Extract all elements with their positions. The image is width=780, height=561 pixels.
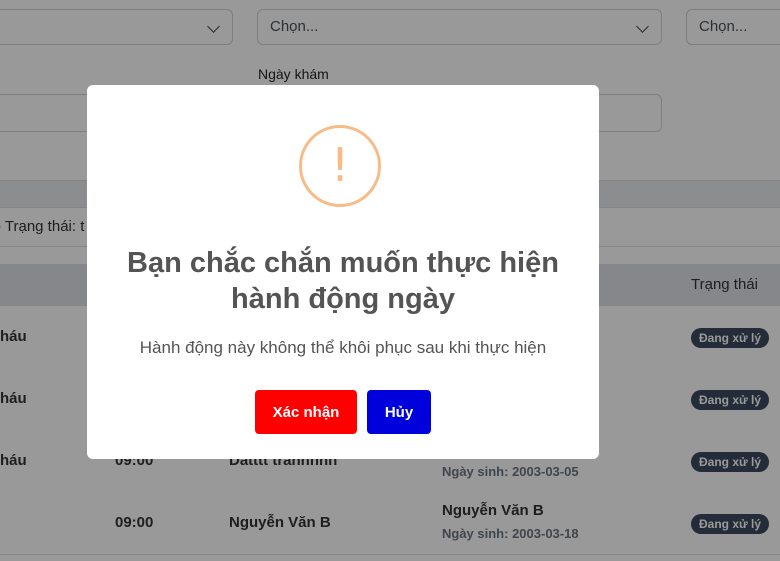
confirm-button[interactable]: Xác nhận <box>255 390 357 434</box>
warning-exclamation: ! <box>330 138 350 192</box>
warning-icon: ! <box>299 125 381 207</box>
cancel-button[interactable]: Hủy <box>367 390 431 434</box>
dialog-message: Hành động này không thể khôi phục sau kh… <box>139 338 547 357</box>
dialog-title: Bạn chắc chắn muốn thực hiện hành động n… <box>127 247 559 315</box>
confirm-dialog: ! Bạn chắc chắn muốn thực hiện hành động… <box>87 85 599 459</box>
